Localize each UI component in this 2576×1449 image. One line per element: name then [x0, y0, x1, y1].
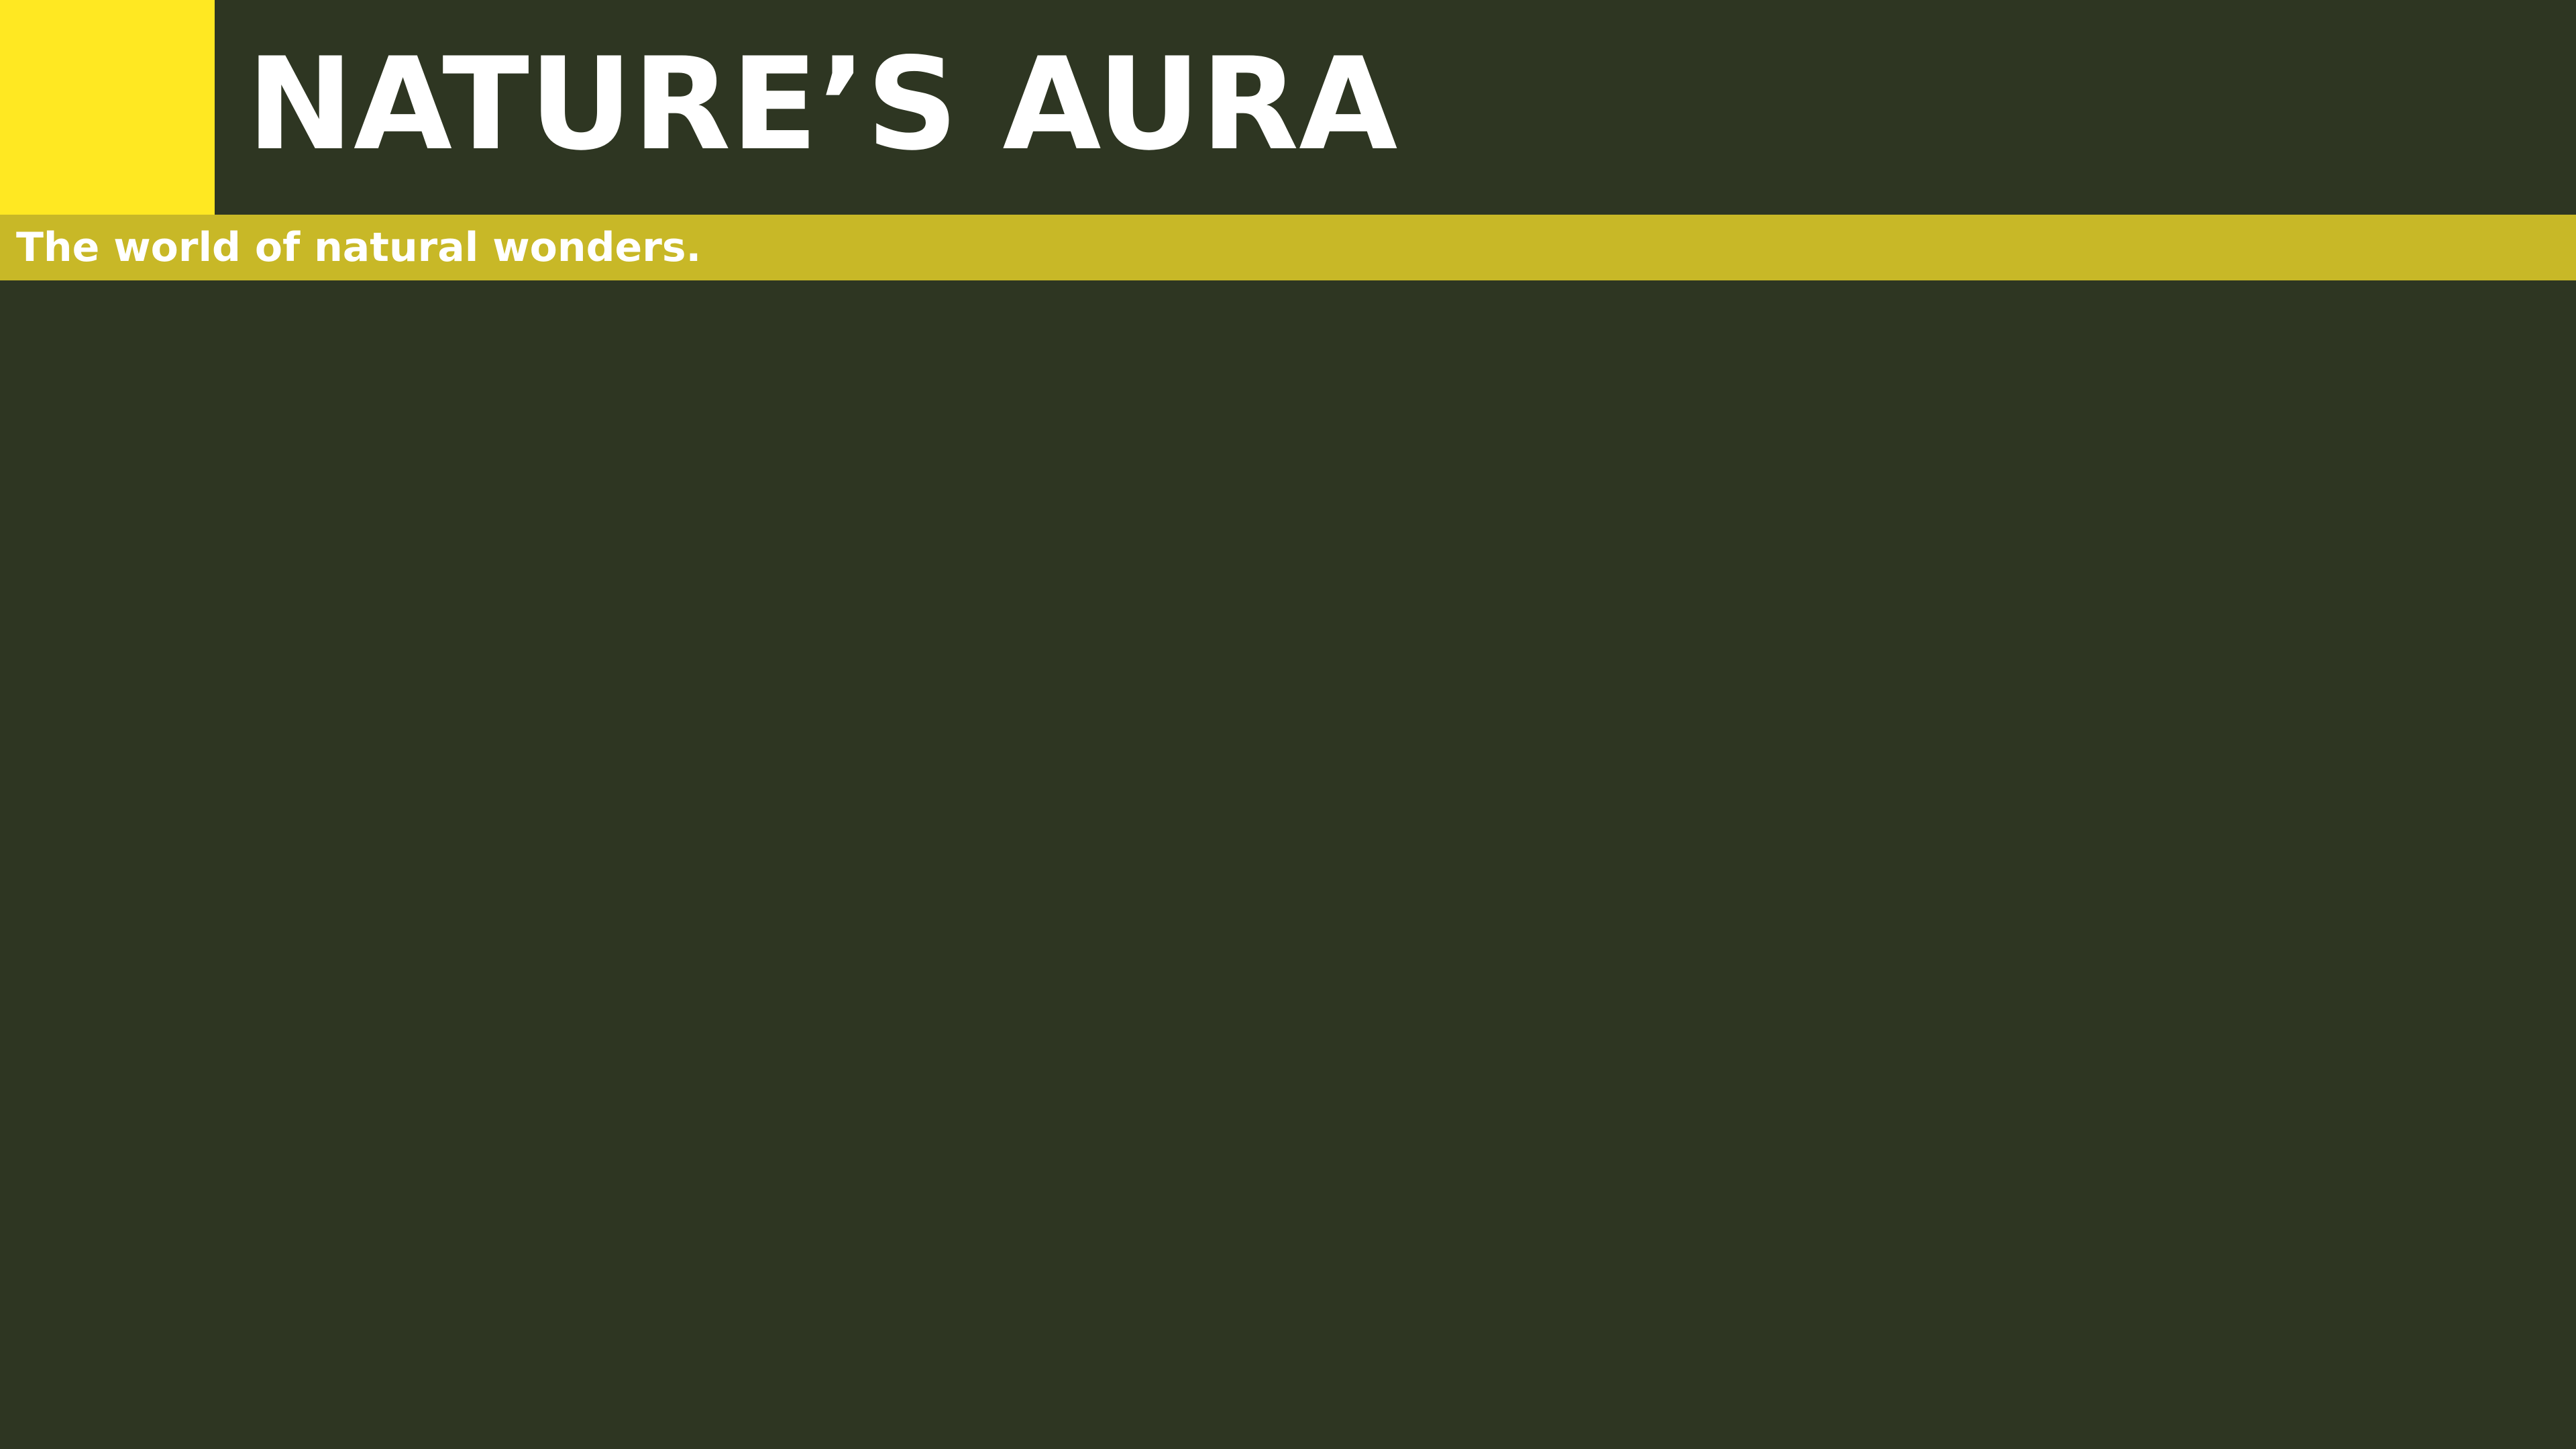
tagline-bar: The world of natural wonders.	[0, 215, 2576, 280]
header-bar: NATURE’S AURA	[0, 0, 2576, 215]
brand-logo-square	[0, 0, 215, 215]
slide-canvas: NATURE’S AURA The world of natural wonde…	[0, 0, 2576, 1449]
tagline-text: The world of natural wonders.	[16, 224, 702, 271]
content-area	[0, 280, 2576, 1449]
page-title: NATURE’S AURA	[247, 30, 1398, 178]
